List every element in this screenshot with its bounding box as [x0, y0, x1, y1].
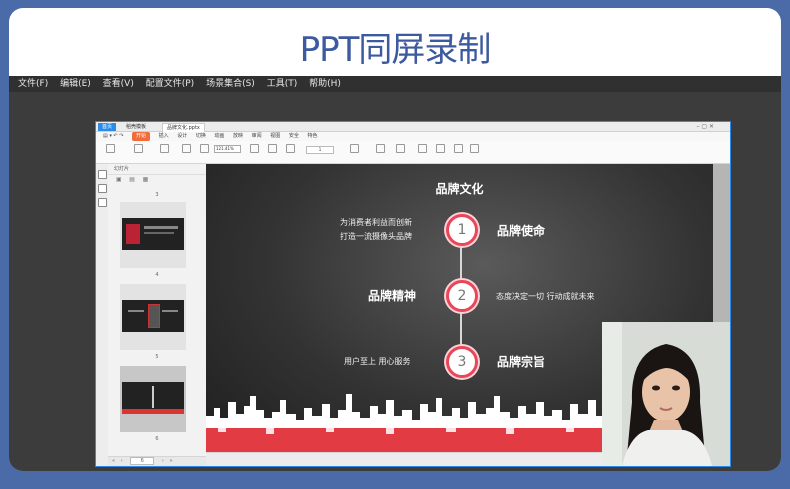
single-page-icon[interactable]	[282, 144, 298, 160]
ribbon-tab-animation[interactable]: 动画	[214, 132, 224, 141]
menu-scene-collection[interactable]: 场景集合(S)	[206, 76, 255, 92]
ribbon-tab-transition[interactable]: 切换	[196, 132, 206, 141]
annotation-icon[interactable]	[98, 198, 107, 207]
select-icon[interactable]	[196, 144, 212, 160]
ribbon-toolbar: 121.41% 1	[96, 141, 730, 164]
tab-home[interactable]: 首页	[98, 123, 117, 131]
timeline-node-1: 1	[446, 214, 478, 246]
item2-title: 品牌精神	[368, 289, 417, 303]
preview-canvas: 首页 稻壳模板 品牌文化.pptx – ▢ ✕ ▤ ▾ ↶ ↷ 开始 插入 设计…	[9, 92, 781, 471]
timeline-node-3: 3	[446, 346, 478, 378]
night-mode-icon[interactable]	[372, 144, 388, 160]
ribbon-tab-security[interactable]: 安全	[289, 132, 299, 141]
menu-tools[interactable]: 工具(T)	[267, 76, 298, 92]
page-title: PPT同屏录制	[299, 30, 492, 70]
paste-icon[interactable]	[102, 144, 118, 160]
tab-document[interactable]: 品牌文化.pptx	[162, 123, 205, 132]
thumb-number: 4	[155, 272, 159, 278]
next-button[interactable]: ›	[162, 458, 164, 464]
zoom-input[interactable]: 121.41%	[214, 145, 241, 153]
pdf-to-image-icon[interactable]	[156, 144, 172, 160]
menu-file[interactable]: 文件(F)	[18, 76, 48, 92]
prev-button[interactable]: ‹	[121, 458, 123, 464]
pdf-to-word-icon[interactable]	[130, 144, 146, 160]
rotate-document-icon[interactable]	[264, 144, 280, 160]
thumbnail-toolbar-icons[interactable]: ▣ ▤ ▦	[116, 176, 148, 183]
page-input[interactable]: 6	[130, 457, 155, 465]
ribbon-menu: ▤ ▾ ↶ ↷ 开始 插入 设计 切换 动画 放映 审阅 视图 安全 特色	[96, 132, 730, 141]
thumb-number: 6	[155, 436, 159, 442]
thumbnail-preview	[122, 218, 184, 250]
page-navigator[interactable]: 1	[306, 146, 334, 154]
thumbnail-panel: 幻灯片 ▣ ▤ ▦ 3 4 5 6 « ‹ 6 › »	[108, 164, 216, 466]
item1-title: 品牌使命	[497, 224, 546, 238]
quick-access-icons[interactable]: ▤ ▾ ↶ ↷	[103, 132, 123, 141]
thumbnail-slide-4[interactable]	[120, 202, 186, 268]
window-controls[interactable]: – ▢ ✕	[696, 123, 714, 130]
thumbnail-preview	[122, 300, 184, 332]
thumbnail-panel-title: 幻灯片	[108, 164, 206, 175]
thumbnail-view-icon[interactable]	[98, 170, 107, 179]
thumb-number: 5	[155, 354, 159, 360]
presenter-webcam-image	[602, 322, 730, 466]
content-card: PPT同屏录制 文件(F) 编辑(E) 查看(V) 配置文件(P) 场景集合(S…	[9, 8, 781, 471]
item3-desc: 用户至上 用心服务	[344, 357, 411, 366]
recorder-app-window: 文件(F) 编辑(E) 查看(V) 配置文件(P) 场景集合(S) 工具(T) …	[9, 76, 781, 471]
document-icon[interactable]	[414, 144, 430, 160]
ribbon-tab-view[interactable]: 视图	[270, 132, 280, 141]
thumbnail-slide-5[interactable]	[120, 284, 186, 350]
rotate-icon[interactable]	[178, 144, 194, 160]
ribbon-tab-insert[interactable]: 插入	[159, 132, 169, 141]
thumb-number: 3	[155, 192, 159, 198]
item1-desc-line2: 打造一流摄像头品牌	[340, 232, 412, 241]
menu-view[interactable]: 查看(V)	[103, 76, 134, 92]
ribbon-tab-design[interactable]: 设计	[177, 132, 187, 141]
microphone-icon[interactable]	[450, 144, 466, 160]
prev-page-button[interactable]: «	[112, 458, 115, 464]
item2-desc: 态度决定一切 行动成就未来	[496, 292, 595, 301]
thumbnail-preview	[122, 382, 184, 414]
ribbon-tab-review[interactable]: 审阅	[252, 132, 262, 141]
next-page-button[interactable]: »	[169, 458, 172, 464]
thumbnail-pager: « ‹ 6 › »	[108, 456, 206, 466]
timeline-node-2: 2	[446, 280, 478, 312]
zoom-in-icon[interactable]	[246, 144, 262, 160]
ribbon-tab-slideshow[interactable]: 放映	[233, 132, 243, 141]
item1-desc-line1: 为消费者利益而创新	[340, 218, 412, 227]
menu-help[interactable]: 帮助(H)	[309, 76, 341, 92]
background-icon[interactable]	[432, 144, 448, 160]
wps-tab-bar: 首页 稻壳模板 品牌文化.pptx – ▢ ✕	[96, 122, 730, 132]
more-icon[interactable]	[466, 144, 482, 160]
capture-source-frame[interactable]: 首页 稻壳模板 品牌文化.pptx – ▢ ✕ ▤ ▾ ↶ ↷ 开始 插入 设计…	[95, 121, 731, 467]
item3-title: 品牌宗旨	[497, 355, 546, 369]
menu-bar: 文件(F) 编辑(E) 查看(V) 配置文件(P) 场景集合(S) 工具(T) …	[9, 76, 781, 92]
webcam-overlay[interactable]	[602, 322, 730, 466]
slideshow-icon[interactable]	[346, 144, 362, 160]
bookmark-icon[interactable]	[98, 184, 107, 193]
auto-scroll-icon[interactable]	[392, 144, 408, 160]
menu-edit[interactable]: 编辑(E)	[60, 76, 91, 92]
thumbnail-slide-6-selected[interactable]	[120, 366, 186, 432]
ribbon-tab-special[interactable]: 特色	[307, 132, 317, 141]
tab-docer[interactable]: 稻壳模板	[122, 123, 150, 131]
ribbon-tab-start[interactable]: 开始	[131, 132, 150, 141]
menu-profile[interactable]: 配置文件(P)	[146, 76, 194, 92]
slide-title: 品牌文化	[435, 182, 484, 196]
